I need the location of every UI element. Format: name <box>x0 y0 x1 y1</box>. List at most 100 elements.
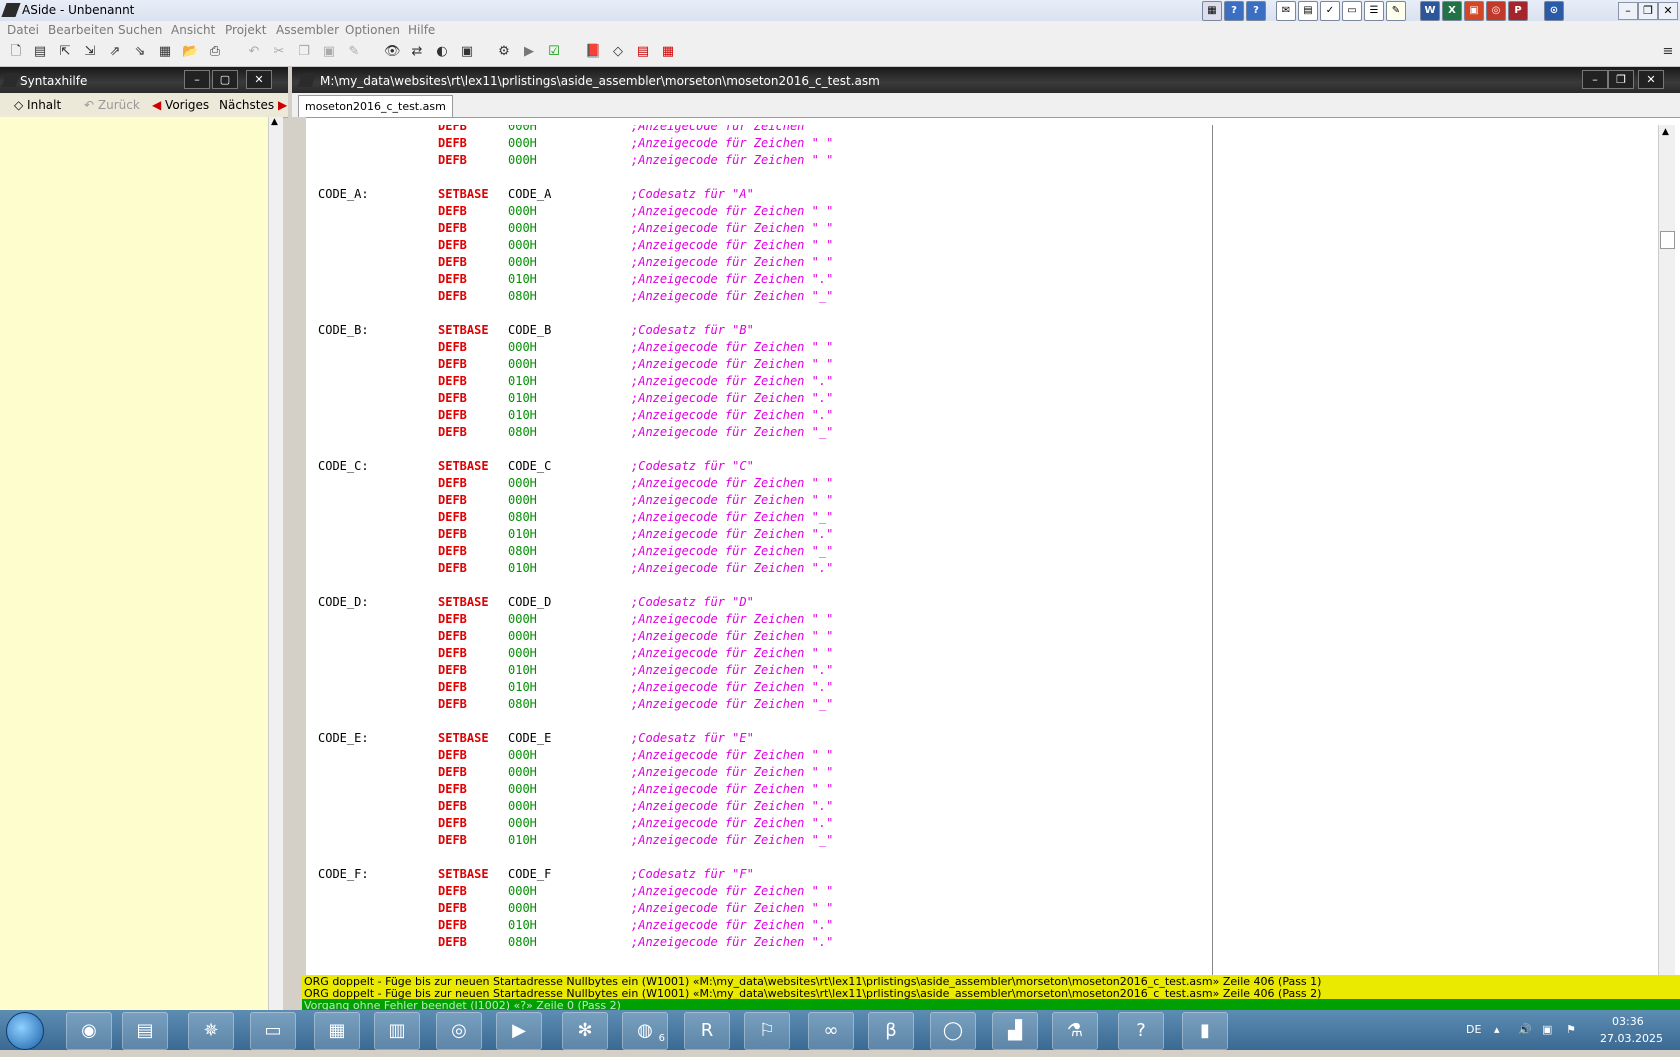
restore-button[interactable]: ❐ <box>1638 2 1658 20</box>
word-icon[interactable]: W <box>1420 1 1440 21</box>
code-area[interactable]: DEFB 000H ;Anzeigecode für Zeichen " " DEFB… <box>306 125 1656 1013</box>
card-icon[interactable]: ▭ <box>1342 1 1362 21</box>
compass-icon[interactable]: ✵ <box>188 1012 234 1050</box>
previous-button[interactable]: ◀ Voriges <box>152 96 209 114</box>
notepad-icon[interactable]: ▭ <box>250 1012 296 1050</box>
settings-icon[interactable]: ⊙ <box>1544 1 1564 21</box>
language-indicator[interactable]: DE <box>1466 1023 1481 1036</box>
run-icon[interactable]: ▶ <box>521 44 537 60</box>
network-icon[interactable]: ✻ <box>562 1012 608 1050</box>
new-doc-icon[interactable]: ▤ <box>32 44 48 60</box>
pane-maximize-button[interactable]: ▢ <box>212 70 238 89</box>
help-icon[interactable]: ? <box>1118 1012 1164 1050</box>
toolbar-options-icon[interactable]: ≡ <box>1660 44 1676 60</box>
menu-optionen[interactable]: Optionen <box>345 23 400 37</box>
menu-hilfe[interactable]: Hilfe <box>408 23 435 37</box>
grid-icon[interactable]: ▦ <box>1202 1 1222 21</box>
paint-icon[interactable]: ◍ 6 <box>622 1012 668 1050</box>
code-operand: CODE_E <box>508 731 552 745</box>
edit-icon[interactable]: ✎ <box>346 44 362 60</box>
powerpoint-icon[interactable]: ▣ <box>1464 1 1484 21</box>
volume-icon[interactable]: 🔊 <box>1518 1023 1532 1036</box>
python-icon[interactable]: ⚗ <box>1052 1012 1098 1050</box>
start-button[interactable] <box>6 1012 44 1050</box>
assemble-icon[interactable]: ⚙ <box>496 44 512 60</box>
chrome-icon[interactable]: ◎ <box>436 1012 482 1050</box>
note-icon[interactable]: ✎ <box>1386 1 1406 21</box>
calculator-icon[interactable]: ▥ <box>374 1012 420 1050</box>
vertical-scrollbar[interactable]: ▲ ▼ <box>1658 125 1675 1013</box>
listing-icon[interactable]: ▤ <box>635 44 651 60</box>
export-icon[interactable]: ⇘ <box>132 44 148 60</box>
arduino-icon[interactable]: ∞ <box>808 1012 854 1050</box>
aside-icon[interactable]: ▮ <box>1182 1012 1228 1050</box>
contents-button[interactable]: ◇ Inhalt <box>14 96 61 114</box>
menu-assembler[interactable]: Assembler <box>276 23 339 37</box>
find-icon[interactable]: 👁 <box>384 44 401 60</box>
task-icon[interactable]: ✓ <box>1320 1 1340 21</box>
goto-icon[interactable]: ◐ <box>434 44 450 60</box>
menu-projekt[interactable]: Projekt <box>225 23 266 37</box>
clock-time[interactable]: 03:36 <box>1612 1015 1644 1028</box>
network-tray-icon[interactable]: ▣ <box>1542 1023 1552 1036</box>
import-icon[interactable]: ⇗ <box>107 44 123 60</box>
paste-icon[interactable]: ▣ <box>321 44 337 60</box>
media-icon[interactable]: ▶ <box>496 1012 542 1050</box>
folder-icon[interactable]: ▤ <box>122 1012 168 1050</box>
help-icon[interactable]: ? <box>1224 1 1244 21</box>
scroll-up-icon[interactable]: ▲ <box>1662 127 1669 137</box>
open-folder-icon[interactable]: 📂 <box>182 44 198 60</box>
new-project-icon[interactable]: ⇱ <box>57 44 73 60</box>
message-line-ok[interactable]: Vorgang ohne Fehler beendet (I1002) «?» … <box>302 999 1680 1010</box>
excel-icon[interactable]: X <box>1442 1 1462 21</box>
chart-icon[interactable]: ▟ <box>992 1012 1038 1050</box>
outlook-icon[interactable]: ◎ <box>1486 1 1506 21</box>
undo-icon[interactable]: ↶ <box>246 44 262 60</box>
menu-ansicht[interactable]: Ansicht <box>171 23 215 37</box>
menu-datei[interactable]: Datei <box>7 23 39 37</box>
print-icon[interactable]: ⎙ <box>207 44 223 60</box>
tray-up-icon[interactable]: ▴ <box>1494 1023 1500 1036</box>
contacts-icon[interactable]: ☰ <box>1364 1 1384 21</box>
access-icon[interactable]: P <box>1508 1 1528 21</box>
editor-close-button[interactable]: ✕ <box>1638 70 1664 89</box>
hex-icon[interactable]: ▦ <box>660 44 676 60</box>
eraser-icon[interactable]: ◇ <box>610 44 626 60</box>
help2-icon[interactable]: ? <box>1246 1 1266 21</box>
new-file-icon[interactable]: 🗋 <box>8 44 24 60</box>
close-button[interactable]: ✕ <box>1658 2 1678 20</box>
minimize-button[interactable]: – <box>1618 2 1638 20</box>
bookmark-icon[interactable]: ▣ <box>459 44 475 60</box>
pane-minimize-button[interactable]: – <box>184 70 210 89</box>
headset-icon[interactable]: ◯ <box>930 1012 976 1050</box>
calendar-icon[interactable]: ▤ <box>1298 1 1318 21</box>
open-project-icon[interactable]: ⇲ <box>82 44 98 60</box>
clock-date[interactable]: 27.03.2025 <box>1600 1032 1663 1045</box>
tab-file[interactable]: moseton2016_c_test.asm <box>298 95 453 117</box>
pane-close-button[interactable]: ✕ <box>246 70 272 89</box>
plug-icon[interactable]: β <box>868 1012 914 1050</box>
copy-icon[interactable]: ❐ <box>296 44 312 60</box>
check-icon[interactable]: ☑ <box>546 44 562 60</box>
code-mnemonic: DEFB <box>438 391 467 405</box>
back-button[interactable]: ↶ Zurück <box>84 96 140 114</box>
flag-icon[interactable]: ⚑ <box>1566 1023 1576 1036</box>
editor-minimize-button[interactable]: – <box>1582 70 1608 89</box>
syntax-help-scrollbar[interactable]: ▲ <box>268 117 283 1010</box>
scroll-up-icon[interactable]: ▲ <box>271 117 278 127</box>
globe-icon[interactable]: ◉ <box>66 1012 112 1050</box>
rl-icon[interactable]: R <box>684 1012 730 1050</box>
book-icon[interactable]: 📕 <box>585 44 601 60</box>
next-button[interactable]: Nächstes ▶ <box>219 96 287 114</box>
menu-suchen[interactable]: Suchen <box>118 23 162 37</box>
code-mnemonic: DEFB <box>438 884 467 898</box>
replace-icon[interactable]: ⇄ <box>409 44 425 60</box>
cut-icon[interactable]: ✂ <box>271 44 287 60</box>
folder-tree-icon[interactable]: ▦ <box>157 44 173 60</box>
scanner-icon[interactable]: ▦ <box>314 1012 360 1050</box>
tools-icon[interactable]: ⚐ <box>744 1012 790 1050</box>
editor-restore-button[interactable]: ❐ <box>1608 70 1634 89</box>
menu-bearbeiten[interactable]: Bearbeiten <box>48 23 114 37</box>
scroll-thumb[interactable] <box>1660 231 1675 249</box>
mail-icon[interactable]: ✉ <box>1276 1 1296 21</box>
